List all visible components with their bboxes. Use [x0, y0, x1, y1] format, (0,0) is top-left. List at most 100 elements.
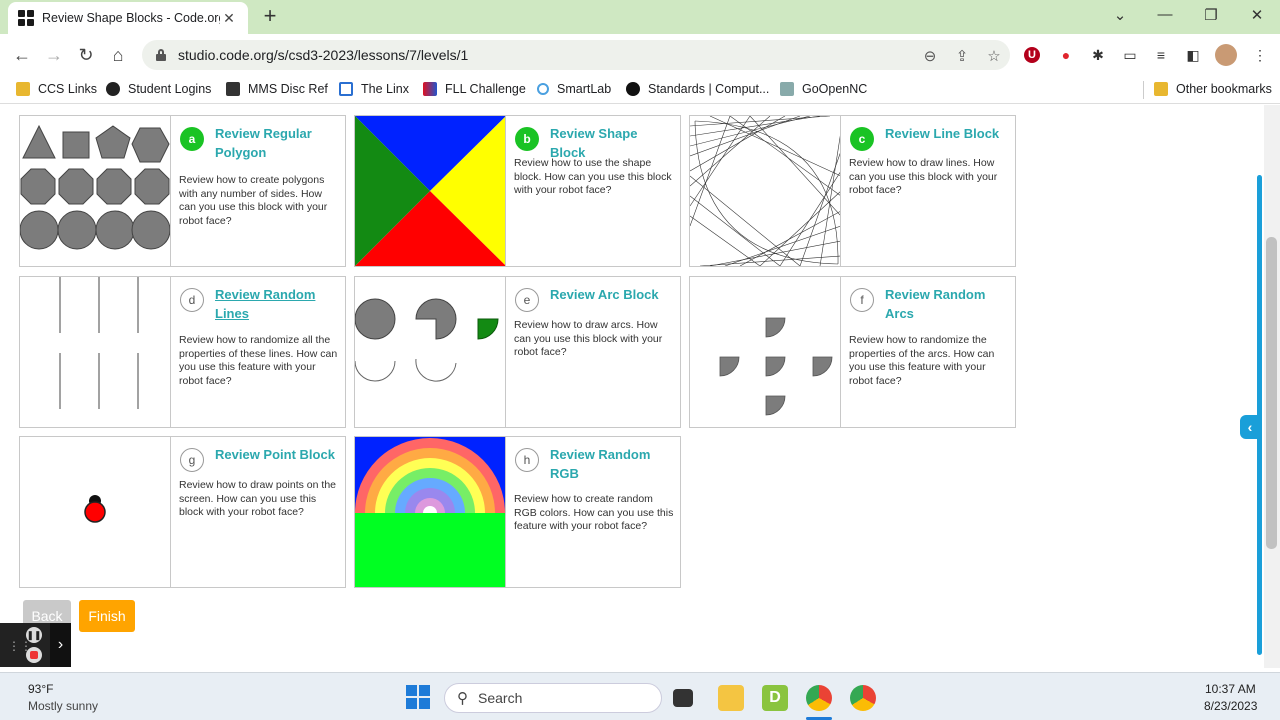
- thumbnail-random-arcs: [690, 277, 841, 427]
- card-title[interactable]: Review Arc Block: [550, 285, 675, 304]
- taskbar-search[interactable]: ⚲ Search: [444, 683, 662, 713]
- level-card-d[interactable]: d Review Random Lines Review how to rand…: [19, 276, 346, 428]
- bookmarks-bar: CCS Links Student Logins MMS Disc Ref Th…: [0, 76, 1280, 104]
- page-content: a Review Regular Polygon Review how to c…: [0, 105, 1280, 668]
- chrome-profile-icon[interactable]: [806, 685, 832, 711]
- task-view-icon[interactable]: [673, 689, 693, 707]
- other-bookmarks[interactable]: Other bookmarks: [1154, 82, 1272, 96]
- reload-icon[interactable]: ↻: [73, 43, 99, 67]
- thumbnail-random-lines: [20, 277, 171, 427]
- card-title[interactable]: Review Random Arcs: [885, 285, 1010, 323]
- goopennc-icon: [780, 82, 794, 96]
- weather-desc[interactable]: Mostly sunny: [28, 699, 98, 713]
- tab-search-icon[interactable]: ⌄: [1100, 6, 1140, 24]
- level-card-f[interactable]: f Review Random Arcs Review how to rando…: [689, 276, 1016, 428]
- card-title[interactable]: Review Random Lines: [215, 285, 340, 323]
- clock-time[interactable]: 10:37 AM: [1205, 682, 1256, 696]
- fll-icon: [423, 82, 437, 96]
- reading-list-icon[interactable]: ≡: [1151, 45, 1171, 65]
- chevron-right-icon[interactable]: ›: [50, 623, 71, 667]
- card-description: Review how to use the shape block. How c…: [514, 157, 672, 196]
- bookmark-ccs-links[interactable]: CCS Links: [16, 82, 97, 96]
- bookmark-label: Other bookmarks: [1176, 82, 1272, 96]
- zoom-icon[interactable]: ⊖: [920, 47, 940, 65]
- star-icon[interactable]: ☆: [984, 47, 1004, 65]
- side-panel-icon[interactable]: ◧: [1183, 45, 1203, 65]
- back-icon[interactable]: ←: [9, 43, 35, 67]
- status-badge: h: [515, 448, 539, 472]
- file-explorer-icon[interactable]: [718, 685, 744, 711]
- restore-icon[interactable]: ❐: [1191, 6, 1231, 24]
- close-window-icon[interactable]: ✕: [1237, 6, 1277, 24]
- thumbnail-random-rgb: [355, 437, 506, 587]
- thumbnail-shape-block: [355, 116, 506, 266]
- card-title[interactable]: Review Random RGB: [550, 445, 675, 483]
- status-badge: d: [180, 288, 204, 312]
- cast-icon[interactable]: ▭: [1120, 45, 1140, 65]
- bookmark-the-linx[interactable]: The Linx: [339, 82, 409, 96]
- new-tab-icon[interactable]: +: [258, 5, 282, 29]
- stop-icon[interactable]: [26, 647, 42, 663]
- home-icon[interactable]: ⌂: [105, 43, 131, 67]
- status-badge: c: [850, 127, 874, 151]
- ublock-extension-icon[interactable]: U: [1024, 47, 1040, 63]
- status-badge: b: [515, 127, 539, 151]
- search-icon: ⚲: [457, 690, 468, 707]
- level-card-e[interactable]: e Review Arc Block Review how to draw ar…: [354, 276, 681, 428]
- bookmark-mms-disc-ref[interactable]: MMS Disc Ref: [226, 82, 328, 96]
- forward-icon[interactable]: →: [41, 43, 67, 67]
- bookmark-label: Standards | Comput...: [648, 82, 770, 96]
- finish-button[interactable]: Finish: [79, 600, 135, 632]
- card-description: Review how to create random RGB colors. …: [514, 493, 674, 532]
- clock-date[interactable]: 8/23/2023: [1204, 699, 1257, 713]
- screen-recorder-widget: ⋮⋮ ❚❚ ›: [0, 623, 71, 667]
- recorder-extension-icon[interactable]: ●: [1056, 45, 1076, 65]
- lock-icon: [156, 49, 166, 61]
- pause-icon[interactable]: ❚❚: [26, 627, 42, 643]
- id-card-icon: [226, 82, 240, 96]
- card-title[interactable]: Review Regular Polygon: [215, 124, 340, 162]
- level-card-g[interactable]: g Review Point Block Review how to draw …: [19, 436, 346, 588]
- level-card-c[interactable]: c Review Line Block Review how to draw l…: [689, 115, 1016, 267]
- status-badge: g: [180, 448, 204, 472]
- card-description: Review how to draw points on the screen.…: [179, 479, 337, 518]
- card-description: Review how to draw lines. How can you us…: [849, 157, 998, 196]
- level-card-b[interactable]: b Review Shape Block Review how to use t…: [354, 115, 681, 267]
- bookmark-student-logins[interactable]: Student Logins: [106, 82, 211, 96]
- chrome-icon[interactable]: [850, 685, 876, 711]
- globe-icon: [106, 82, 120, 96]
- card-title[interactable]: Review Line Block: [885, 124, 1010, 143]
- tab-active[interactable]: Review Shape Blocks - Code.org ✕: [8, 2, 248, 34]
- bookmark-goopennc[interactable]: GoOpenNC: [780, 82, 867, 96]
- status-badge: f: [850, 288, 874, 312]
- weather-temp[interactable]: 93°F: [28, 682, 53, 696]
- level-card-h[interactable]: h Review Random RGB Review how to create…: [354, 436, 681, 588]
- card-title[interactable]: Review Point Block: [215, 445, 340, 464]
- level-card-a[interactable]: a Review Regular Polygon Review how to c…: [19, 115, 346, 267]
- thumbnail-arc-block: [355, 277, 506, 427]
- scrollbar-thumb[interactable]: [1266, 237, 1277, 549]
- share-icon[interactable]: ⇪: [952, 47, 972, 65]
- code-org-favicon-icon: [18, 10, 34, 26]
- menu-icon[interactable]: ⋮: [1250, 45, 1270, 65]
- expand-panel-chevron-icon[interactable]: ‹: [1240, 415, 1260, 439]
- bookmark-label: CCS Links: [38, 82, 98, 96]
- address-bar[interactable]: studio.code.org/s/csd3-2023/lessons/7/le…: [142, 40, 1010, 70]
- profile-avatar[interactable]: [1215, 44, 1237, 66]
- card-description: Review how to create polygons with any n…: [179, 174, 328, 227]
- tab-title: Review Shape Blocks - Code.org: [42, 11, 220, 25]
- thumbnail-point-block: [20, 437, 171, 587]
- status-badge: e: [515, 288, 539, 312]
- bookmark-smartlab[interactable]: SmartLab: [537, 82, 611, 96]
- bookmark-label: SmartLab: [557, 82, 612, 96]
- status-badge: a: [180, 127, 204, 151]
- d-app-icon[interactable]: D: [762, 685, 788, 711]
- bookmark-standards[interactable]: Standards | Comput...: [626, 82, 769, 96]
- bookmarks-divider: [1143, 81, 1144, 99]
- windows-start-icon[interactable]: [406, 685, 430, 709]
- minimize-icon[interactable]: —: [1145, 6, 1185, 23]
- bookmark-fll-challenge[interactable]: FLL Challenge: [423, 82, 526, 96]
- folder-icon: [1154, 82, 1168, 96]
- extensions-puzzle-icon[interactable]: ✱: [1088, 45, 1108, 65]
- close-tab-icon[interactable]: ✕: [220, 10, 238, 27]
